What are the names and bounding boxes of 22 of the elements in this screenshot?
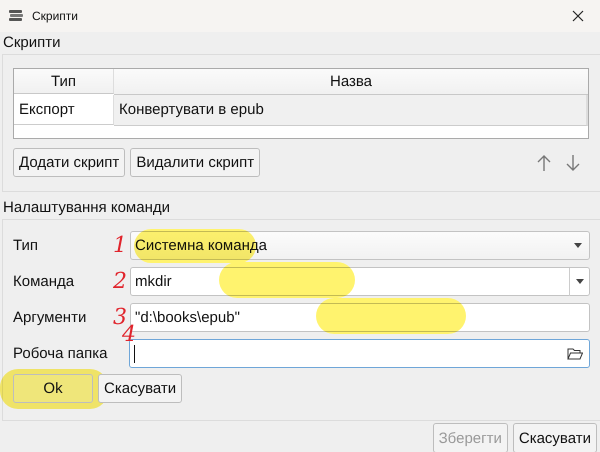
button[interactable]: Ok bbox=[13, 374, 93, 403]
window-title: Скрипти bbox=[32, 9, 79, 23]
field-label: Тип bbox=[13, 237, 40, 254]
stack-icon bbox=[8, 8, 24, 24]
annotation-number: 1 bbox=[113, 234, 128, 258]
down-arrow-icon[interactable] bbox=[565, 154, 581, 172]
section-title: Налаштування команди bbox=[2, 198, 171, 218]
table-cell[interactable]: Конвертувати в epub bbox=[114, 95, 588, 126]
column-header[interactable]: Тип bbox=[14, 69, 114, 94]
up-arrow-icon[interactable] bbox=[536, 154, 552, 172]
field-label: Аргументи bbox=[13, 309, 88, 326]
button[interactable]: Додати скрипт bbox=[13, 148, 126, 177]
column-header[interactable]: Назва bbox=[114, 69, 588, 95]
button[interactable]: Скасувати bbox=[512, 423, 597, 452]
annotation-number: 2 bbox=[113, 270, 128, 294]
folder-icon[interactable] bbox=[567, 346, 583, 360]
button[interactable]: Скасувати bbox=[98, 374, 182, 403]
section-title: Скрипти bbox=[2, 33, 62, 53]
field-label: Команда bbox=[13, 273, 76, 290]
close-icon[interactable] bbox=[572, 10, 584, 22]
field-label: Робоча папка bbox=[13, 345, 108, 362]
button[interactable]: Видалити скрипт bbox=[130, 148, 260, 177]
